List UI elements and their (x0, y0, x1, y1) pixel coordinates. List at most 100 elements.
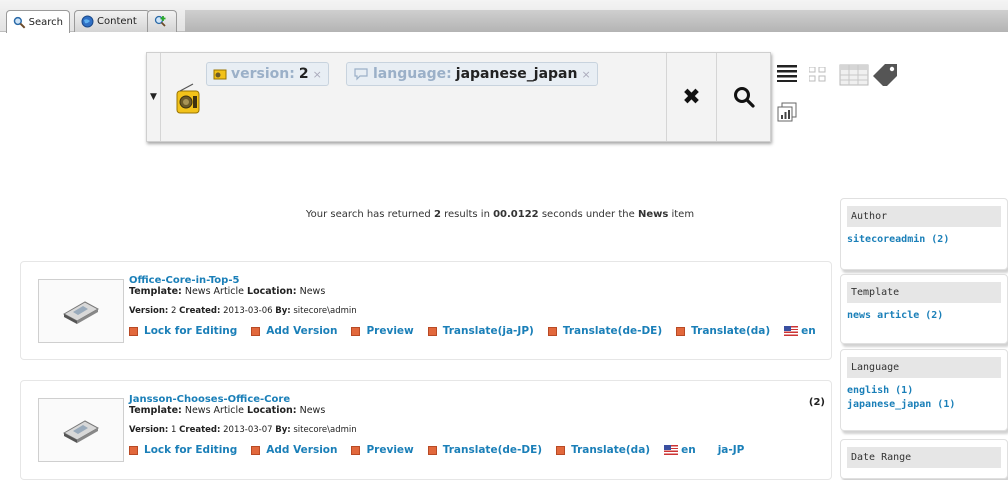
language-ja-link[interactable]: ja-JP (718, 444, 745, 456)
result-thumbnail[interactable] (38, 279, 124, 343)
translate-ja-action[interactable]: Translate(ja-JP) (427, 325, 534, 337)
globe-icon (81, 15, 94, 28)
facet-heading: Date Range (847, 447, 1001, 468)
result-actions: Lock for Editing Add Version Preview Tra… (129, 444, 819, 456)
action-label: Preview (366, 444, 414, 456)
facet-item[interactable]: news article (2) (847, 310, 1003, 321)
summary-count: 2 (433, 209, 441, 220)
summary-text: Your search has returned (305, 209, 431, 220)
label: Version: (129, 425, 169, 435)
action-icon (129, 445, 138, 455)
action-icon (351, 445, 361, 455)
location-value: News (299, 286, 326, 297)
facet-item[interactable]: english (1) (847, 385, 1003, 396)
label: By: (275, 306, 291, 316)
translate-da-action[interactable]: Translate(da) (676, 325, 770, 337)
preview-action[interactable]: Preview (351, 444, 414, 456)
action-label: Translate(da) (691, 325, 771, 337)
facet-panel-author: Author sitecoreadmin (2) (840, 198, 1008, 270)
result-thumbnail[interactable] (38, 398, 124, 462)
summary-text: results in (444, 209, 490, 220)
action-label: Lock for Editing (144, 444, 238, 456)
facet-value: japanese_japan (455, 66, 578, 82)
facet-version-icon (213, 69, 227, 80)
action-icon (556, 445, 566, 455)
list-view-icon[interactable] (777, 64, 797, 82)
grid-view-icon[interactable] (809, 67, 827, 83)
search-summary: Your search has returned 2 results in 00… (190, 209, 810, 220)
view-mode-toolbar (777, 62, 907, 132)
magnifier-icon (13, 16, 26, 29)
facet-chip-version[interactable]: version: 2 × (206, 62, 329, 86)
result-body: Jansson-Chooses-Office-Core Template: Ne… (129, 394, 819, 456)
facet-chip-language[interactable]: language: japanese_japan × (346, 62, 598, 86)
us-flag-icon (664, 445, 679, 455)
facet-remove-icon[interactable]: × (581, 68, 590, 81)
facet-heading: Template (847, 282, 1001, 303)
language-label: en (681, 444, 696, 456)
facet-key: language: (373, 66, 452, 82)
result-title-link[interactable]: Jansson-Chooses-Office-Core (129, 394, 819, 405)
lock-for-editing-action[interactable]: Lock for Editing (129, 444, 237, 456)
summary-text: seconds under the (541, 209, 635, 220)
action-icon (547, 326, 557, 336)
add-version-action[interactable]: Add Version (251, 325, 337, 337)
search-box: ▼ version: 2 × language: japanese_japan … (146, 52, 771, 142)
language-en-link[interactable]: en (664, 444, 696, 456)
translate-da-action[interactable]: Translate(da) (556, 444, 650, 456)
facet-item[interactable]: japanese_japan (1) (847, 399, 1003, 410)
speech-bubble-icon (354, 68, 368, 81)
result-title-link[interactable]: Office-Core-in-Top-5 (129, 275, 819, 286)
label: Template: (129, 405, 182, 416)
result-body: Office-Core-in-Top-5 Template: News Arti… (129, 275, 819, 337)
version-value: 2 (171, 306, 177, 316)
summary-item: News (637, 209, 669, 220)
tag-view-icon[interactable] (871, 62, 899, 86)
label: Template: (129, 286, 182, 297)
tab-content[interactable]: Content (74, 10, 150, 32)
preview-action[interactable]: Preview (351, 325, 414, 337)
author-value: sitecore\admin (293, 425, 357, 435)
language-en-link[interactable]: en (784, 325, 816, 337)
search-options-toggle[interactable]: ▼ (147, 53, 161, 141)
action-label: Translate(de-DE) (562, 325, 663, 337)
language-label: en (801, 325, 816, 337)
tab-add[interactable] (147, 10, 177, 32)
language-label: ja-JP (717, 444, 745, 456)
us-flag-icon (784, 326, 799, 336)
result-meta-line: Version: 2 Created: 2013-03-06 By: sitec… (129, 306, 819, 316)
result-card: Office-Core-in-Top-5 Template: News Arti… (20, 261, 832, 360)
facet-panel-template: Template news article (2) (840, 274, 1008, 344)
add-tab-icon (154, 15, 166, 27)
add-version-action[interactable]: Add Version (251, 444, 337, 456)
tab-search[interactable]: Search (6, 10, 70, 33)
tab-label: Search (28, 16, 63, 28)
clear-search-button[interactable]: ✖ (666, 53, 716, 141)
facet-heading: Language (847, 357, 1001, 378)
label: By: (275, 425, 291, 435)
radio-icon (176, 83, 200, 114)
chart-view-icon[interactable] (777, 102, 797, 122)
facet-item[interactable]: sitecoreadmin (2) (847, 234, 1003, 245)
lock-for-editing-action[interactable]: Lock for Editing (129, 325, 237, 337)
close-icon: ✖ (682, 84, 701, 110)
summary-time: 00.0122 (493, 209, 539, 220)
action-label: Preview (366, 325, 414, 337)
translate-de-action[interactable]: Translate(de-DE) (547, 325, 663, 337)
facet-heading: Author (847, 206, 1001, 227)
search-button[interactable] (716, 53, 771, 141)
summary-text: item (671, 209, 695, 220)
translate-de-action[interactable]: Translate(de-DE) (427, 444, 543, 456)
version-value: 1 (171, 425, 177, 435)
facet-remove-icon[interactable]: × (313, 68, 322, 81)
action-icon (251, 445, 261, 455)
action-label: Translate(de-DE) (442, 444, 543, 456)
action-icon (427, 326, 437, 336)
result-template-line: Template: News Article Location: News (129, 405, 819, 417)
label: Created: (179, 425, 221, 435)
facet-panel-language: Language english (1) japanese_japan (1) (840, 349, 1008, 431)
action-label: Translate(da) (571, 444, 651, 456)
result-card: Jansson-Chooses-Office-Core Template: Ne… (20, 380, 832, 480)
table-view-icon[interactable] (839, 64, 869, 86)
search-icon (734, 87, 755, 108)
